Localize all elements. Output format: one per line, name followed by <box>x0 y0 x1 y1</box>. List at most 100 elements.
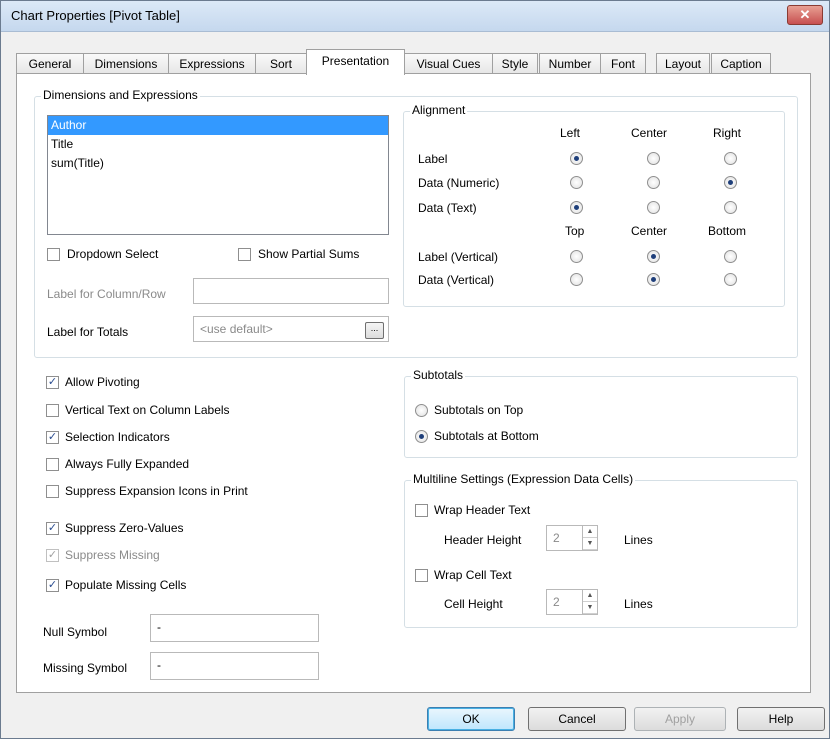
numeric-left-radio[interactable] <box>570 176 583 189</box>
text-left-radio[interactable] <box>570 201 583 214</box>
text-right-radio[interactable] <box>724 201 737 214</box>
spin-down-icon[interactable]: ▼ <box>583 602 597 614</box>
wrap-cell-label: Wrap Cell Text <box>434 568 512 582</box>
show-partial-sums-checkbox[interactable] <box>238 248 251 261</box>
tab-style[interactable]: Style <box>492 53 538 74</box>
tab-general[interactable]: General <box>16 53 84 74</box>
label-v-center-radio[interactable] <box>647 250 660 263</box>
label-center-radio[interactable] <box>647 152 660 165</box>
header-lines-label: Lines <box>624 533 653 547</box>
subtotals-label: Subtotals <box>411 368 466 382</box>
align-row-numeric: Data (Numeric) <box>418 176 500 190</box>
multiline-label: Multiline Settings (Expression Data Cell… <box>411 472 636 486</box>
label-totals-label: Label for Totals <box>47 325 129 339</box>
suppress-missing-label: Suppress Missing <box>65 548 160 562</box>
tab-number[interactable]: Number <box>539 53 601 74</box>
allow-pivoting-label: Allow Pivoting <box>65 375 140 389</box>
label-right-radio[interactable] <box>724 152 737 165</box>
tab-dimensions[interactable]: Dimensions <box>83 53 169 74</box>
suppress-zero-checkbox[interactable]: ✓ <box>46 522 59 535</box>
suppress-icons-label: Suppress Expansion Icons in Print <box>65 484 248 498</box>
list-item[interactable]: Title <box>48 135 388 154</box>
dimensions-expressions-label: Dimensions and Expressions <box>41 88 200 102</box>
data-v-bottom-radio[interactable] <box>724 273 737 286</box>
selection-indicators-label: Selection Indicators <box>65 430 170 444</box>
cell-height-label: Cell Height <box>444 597 503 611</box>
allow-pivoting-checkbox[interactable]: ✓ <box>46 376 59 389</box>
subtotals-top-radio[interactable] <box>415 404 428 417</box>
dimension-expression-list[interactable]: Author Title sum(Title) <box>47 115 389 235</box>
header-height-value: 2 <box>553 531 560 545</box>
cell-height-value: 2 <box>553 595 560 609</box>
cell-lines-label: Lines <box>624 597 653 611</box>
align-row-label-vertical: Label (Vertical) <box>418 250 499 264</box>
data-v-top-radio[interactable] <box>570 273 583 286</box>
missing-symbol-input[interactable]: - <box>150 652 319 680</box>
list-item[interactable]: Author <box>48 116 388 135</box>
align-row-data-vertical: Data (Vertical) <box>418 273 495 287</box>
selection-indicators-checkbox[interactable]: ✓ <box>46 431 59 444</box>
label-totals-ellipsis-button[interactable]: ... <box>365 322 384 339</box>
label-left-radio[interactable] <box>570 152 583 165</box>
align-col-right: Right <box>713 126 742 140</box>
header-height-spinner[interactable]: ▲ ▼ <box>582 526 597 550</box>
align-col-vcenter: Center <box>631 224 668 238</box>
tab-visual-cues[interactable]: Visual Cues <box>404 53 493 74</box>
label-v-top-radio[interactable] <box>570 250 583 263</box>
dropdown-select-checkbox[interactable] <box>47 248 60 261</box>
help-button[interactable]: Help <box>737 707 825 731</box>
title-bar: Chart Properties [Pivot Table] ✕ <box>1 1 829 32</box>
missing-symbol-label: Missing Symbol <box>43 661 128 675</box>
spin-up-icon[interactable]: ▲ <box>583 526 597 538</box>
suppress-zero-label: Suppress Zero-Values <box>65 521 184 535</box>
window-title: Chart Properties [Pivot Table] <box>11 8 180 23</box>
subtotals-bottom-label: Subtotals at Bottom <box>434 429 539 443</box>
suppress-icons-checkbox[interactable] <box>46 485 59 498</box>
wrap-header-checkbox[interactable] <box>415 504 428 517</box>
wrap-cell-checkbox[interactable] <box>415 569 428 582</box>
spin-up-icon[interactable]: ▲ <box>583 590 597 602</box>
populate-missing-checkbox[interactable]: ✓ <box>46 579 59 592</box>
numeric-right-radio[interactable] <box>724 176 737 189</box>
dropdown-select-label: Dropdown Select <box>67 247 159 261</box>
list-item[interactable]: sum(Title) <box>48 154 388 173</box>
multiline-group: Multiline Settings (Expression Data Cell… <box>404 472 798 628</box>
cell-height-input[interactable]: 2 ▲ ▼ <box>546 589 598 615</box>
subtotals-group: Subtotals Subtotals on Top Subtotals at … <box>404 368 798 458</box>
align-col-bottom: Bottom <box>708 224 747 238</box>
text-center-radio[interactable] <box>647 201 660 214</box>
tab-expressions[interactable]: Expressions <box>168 53 256 74</box>
always-expanded-checkbox[interactable] <box>46 458 59 471</box>
ok-button[interactable]: OK <box>427 707 515 731</box>
tab-presentation[interactable]: Presentation <box>306 49 405 75</box>
vertical-text-checkbox[interactable] <box>46 404 59 417</box>
label-totals-input[interactable]: <use default> <box>193 316 389 342</box>
cell-height-spinner[interactable]: ▲ ▼ <box>582 590 597 614</box>
label-column-row-input[interactable] <box>193 278 389 304</box>
close-icon[interactable]: ✕ <box>787 5 823 25</box>
header-height-input[interactable]: 2 ▲ ▼ <box>546 525 598 551</box>
header-height-label: Header Height <box>444 533 522 547</box>
align-col-top: Top <box>565 224 585 238</box>
cancel-button[interactable]: Cancel <box>528 707 626 731</box>
subtotals-bottom-radio[interactable] <box>415 430 428 443</box>
label-v-bottom-radio[interactable] <box>724 250 737 263</box>
tab-layout[interactable]: Layout <box>656 53 710 74</box>
alignment-group: Alignment Left Center Right Label Data (… <box>403 103 785 307</box>
subtotals-top-label: Subtotals on Top <box>434 403 524 417</box>
apply-button[interactable]: Apply <box>634 707 726 731</box>
data-v-center-radio[interactable] <box>647 273 660 286</box>
suppress-missing-checkbox[interactable]: ✓ <box>46 549 59 562</box>
tab-sort[interactable]: Sort <box>255 53 307 74</box>
align-row-label: Label <box>418 152 448 166</box>
show-partial-sums-label: Show Partial Sums <box>258 247 360 261</box>
numeric-center-radio[interactable] <box>647 176 660 189</box>
align-row-text: Data (Text) <box>418 201 477 215</box>
tab-caption[interactable]: Caption <box>711 53 771 74</box>
null-symbol-input[interactable]: - <box>150 614 319 642</box>
tab-font[interactable]: Font <box>600 53 646 74</box>
spin-down-icon[interactable]: ▼ <box>583 538 597 550</box>
align-col-center: Center <box>631 126 668 140</box>
presentation-panel: Dimensions and Expressions Author Title … <box>16 73 811 693</box>
dialog-window: Chart Properties [Pivot Table] ✕ General… <box>0 0 830 739</box>
